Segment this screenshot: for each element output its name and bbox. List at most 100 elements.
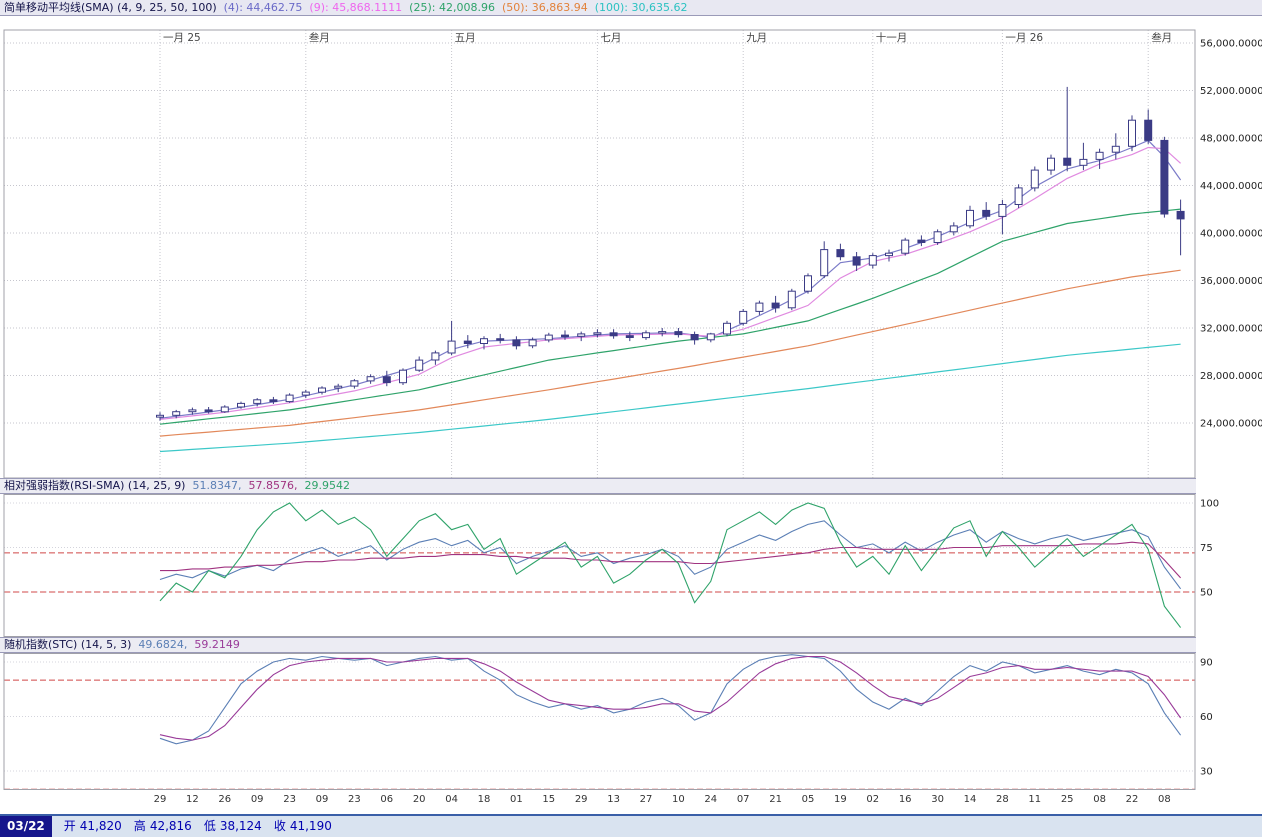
rsi-axis-label: 100 (1200, 499, 1219, 510)
open-value: 41,820 (80, 819, 122, 833)
price-axis-label: 56,000.0000 (1200, 39, 1262, 50)
price-axis-label: 52,000.0000 (1200, 86, 1262, 97)
time-axis-label: 22 (1121, 794, 1143, 805)
time-axis-label: 25 (1056, 794, 1078, 805)
time-axis-label: 29 (570, 794, 592, 805)
stc-chart[interactable]: 90 60 30 (0, 653, 1262, 790)
price-plot-border (4, 30, 1195, 478)
time-axis-label: 20 (408, 794, 430, 805)
sma-values: (4): 44,462.75 (9): 45,868.1111 (25): 42,0… (217, 1, 688, 14)
sma-4-line (160, 140, 1181, 418)
sma-header-title: 简单移动平均线(SMA) (4, 9, 25, 50, 100) (4, 1, 217, 14)
candlestick-series (157, 87, 1185, 421)
time-axis-label: 29 (149, 794, 171, 805)
time-axis-label: 13 (603, 794, 625, 805)
status-date: 03/22 (0, 816, 52, 837)
time-axis-label: 10 (667, 794, 689, 805)
month-label: 十一月 (876, 31, 908, 44)
month-label: 叁月 (1151, 31, 1172, 44)
price-axis-label: 44,000.0000 (1200, 181, 1262, 192)
time-axis-label: 08 (1089, 794, 1111, 805)
stc-plot-border (4, 654, 1195, 790)
time-axis-label: 12 (181, 794, 203, 805)
month-label: 七月 (600, 32, 621, 44)
price-axis-label: 24,000.0000 (1200, 419, 1262, 430)
time-axis-label: 21 (765, 794, 787, 805)
indicator-value: 29.9542 (304, 479, 350, 492)
status-bar: 03/22 开 41,820 高 42,816 低 38,124 收 41,190 (0, 814, 1262, 837)
time-axis-label: 09 (311, 794, 333, 805)
time-axis-label: 15 (538, 794, 560, 805)
time-axis-label: 09 (246, 794, 268, 805)
open-label: 开 (64, 819, 76, 833)
rsi-axis-label: 50 (1200, 588, 1213, 599)
rsi-header-title: 相对强弱指数(RSI-SMA) (14, 25, 9) (4, 479, 185, 492)
price-chart[interactable]: 56,000.0000 52,000.0000 48,000.0000 44,000.… (0, 17, 1262, 478)
high-label: 高 (134, 819, 146, 833)
sma-25-line (160, 209, 1181, 424)
rsi-9-line (160, 503, 1181, 628)
time-axis-label: 18 (473, 794, 495, 805)
time-axis-label: 04 (441, 794, 463, 805)
sma-value: (100): 30,635.62 (595, 1, 688, 14)
indicator-value: 59.2149 (194, 638, 240, 651)
sma-value: (4): 44,462.75 (224, 1, 303, 14)
time-axis: 29 12 26 09 23 09 23 06 20 04 18 01 15 29 13 27 10 24 07 21… (0, 790, 1262, 812)
stc-axis-label: 60 (1200, 712, 1213, 723)
sma-100-line (160, 344, 1181, 451)
sma-50-line (160, 270, 1181, 436)
high-value: 42,816 (150, 819, 192, 833)
sma-value: (9): 45,868.1111 (309, 1, 402, 14)
price-axis-label: 28,000.0000 (1200, 371, 1262, 382)
sma-header-bar: 简单移动平均线(SMA) (4, 9, 25, 50, 100)(4): 44,… (0, 0, 1262, 16)
time-axis-label: 30 (927, 794, 949, 805)
time-axis-label: 23 (279, 794, 301, 805)
price-axis-label: 48,000.0000 (1200, 134, 1262, 145)
time-axis-label: 24 (700, 794, 722, 805)
month-label: 五月 (455, 32, 476, 44)
month-label: 一月 25 (163, 32, 201, 44)
rsi-header-bar: 相对强弱指数(RSI-SMA) (14, 25, 9) 51.8347, 57.85… (0, 478, 1196, 494)
month-label: 九月 (746, 32, 767, 44)
time-axis-label: 28 (991, 794, 1013, 805)
price-axis-label: 40,000.0000 (1200, 229, 1262, 240)
time-axis-label: 11 (1024, 794, 1046, 805)
time-axis-label: 23 (343, 794, 365, 805)
sma-9-line (160, 148, 1181, 420)
time-axis-label: 05 (797, 794, 819, 805)
time-axis-label: 27 (635, 794, 657, 805)
stc-axis-label: 90 (1200, 658, 1213, 669)
low-label: 低 (204, 819, 216, 833)
month-label: 叁月 (309, 31, 330, 44)
time-axis-label: 08 (1153, 794, 1175, 805)
close-value: 41,190 (290, 819, 332, 833)
sma-value: (50): 36,863.94 (502, 1, 588, 14)
price-gridlines (4, 30, 1195, 478)
low-value: 38,124 (220, 819, 262, 833)
time-axis-label: 19 (829, 794, 851, 805)
indicator-value: 57.8576, (248, 479, 297, 492)
stc-header-bar: 随机指数(STC) (14, 5, 3) 49.6824, 59.2149 (0, 637, 1196, 653)
rsi-values: 51.8347, 57.8576, 29.9542 (185, 479, 349, 492)
stc-header-title: 随机指数(STC) (14, 5, 3) (4, 638, 131, 651)
time-axis-label: 07 (732, 794, 754, 805)
time-axis-label: 14 (959, 794, 981, 805)
close-label: 收 (274, 819, 286, 833)
rsi-chart[interactable]: 100 75 50 (0, 494, 1262, 637)
stc-axis-label: 30 (1200, 767, 1213, 778)
time-axis-label: 16 (894, 794, 916, 805)
month-label: 一月 26 (1005, 32, 1043, 44)
stc-values: 49.6824, 59.2149 (131, 638, 239, 651)
time-axis-label: 02 (862, 794, 884, 805)
price-axis-label: 32,000.0000 (1200, 324, 1262, 335)
time-axis-label: 01 (505, 794, 527, 805)
time-axis-label: 26 (214, 794, 236, 805)
time-axis-label: 06 (376, 794, 398, 805)
rsi-axis-label: 75 (1200, 543, 1213, 554)
sma-value: (25): 42,008.96 (409, 1, 495, 14)
indicator-value: 51.8347, (192, 479, 241, 492)
rsi-plot-border (4, 495, 1195, 637)
rsi-14-line (160, 521, 1181, 589)
indicator-value: 49.6824, (138, 638, 187, 651)
price-axis-label: 36,000.0000 (1200, 276, 1262, 287)
